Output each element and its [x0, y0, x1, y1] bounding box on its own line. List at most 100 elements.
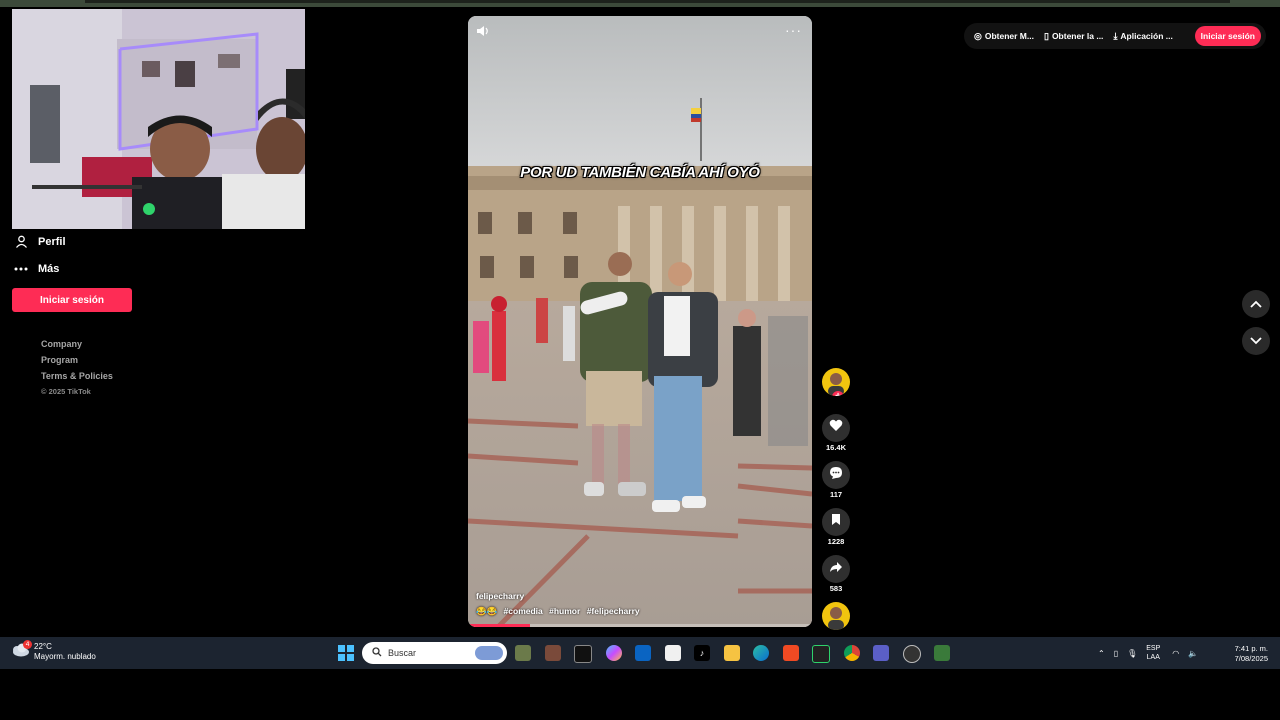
weather-temperature: 22°C — [34, 642, 52, 651]
video-author[interactable]: felipecharry — [476, 591, 524, 601]
get-app-label: Obtener la ... — [1051, 31, 1104, 41]
clock-date: 7/08/2025 — [1234, 654, 1268, 663]
footer-link-program[interactable]: Program — [41, 352, 113, 368]
chevron-up-icon[interactable]: ⌃ — [1098, 649, 1105, 658]
chevron-up-icon — [1250, 295, 1262, 313]
follow-plus-icon[interactable]: + — [832, 391, 844, 396]
next-video-button[interactable] — [1242, 327, 1270, 355]
wifi-icon[interactable]: ◠ — [1172, 649, 1179, 658]
comment-icon — [829, 466, 843, 485]
weather-badge: 4 — [23, 640, 32, 649]
video-caption-overlay: POR UD TAMBIÉN CABÍA AHÍ OYÓ — [520, 164, 760, 181]
photos-app-icon[interactable] — [544, 645, 561, 661]
volume-icon[interactable] — [476, 24, 492, 40]
webcam-overlay — [12, 9, 305, 229]
hashtag-comedia[interactable]: #comedia — [504, 606, 543, 616]
video-emoji: 😂😂 — [476, 606, 498, 616]
file-explorer-icon[interactable] — [723, 645, 740, 661]
video-player[interactable]: POR UD TAMBIÉN CABÍA AHÍ OYÓ ··· felipec… — [468, 16, 812, 627]
hashtag-humor[interactable]: #humor — [549, 606, 580, 616]
start-tile — [347, 654, 354, 661]
speaker-icon[interactable]: 🔈 — [1188, 649, 1198, 658]
coin-icon: ◎ — [974, 30, 982, 41]
language-top: ESP — [1146, 645, 1161, 652]
get-coins-link[interactable]: ◎ Obtener M... — [974, 31, 1034, 42]
start-tile — [338, 645, 345, 652]
creator-avatar[interactable]: + — [822, 368, 850, 396]
store-app-icon[interactable] — [664, 645, 681, 661]
edge-browser-icon[interactable] — [753, 645, 769, 661]
sidebar-login-button[interactable]: Iniciar sesión — [12, 288, 132, 312]
video-frame — [468, 16, 812, 627]
game-app-icon[interactable] — [515, 645, 531, 661]
save-button[interactable] — [822, 508, 850, 536]
phone-icon: ▯ — [1043, 30, 1049, 41]
signin-button[interactable]: Iniciar sesión — [1194, 26, 1261, 46]
tiktok-app-icon[interactable]: ♪ — [694, 645, 710, 661]
teams-app-icon[interactable] — [873, 645, 889, 661]
footer-copyright: © 2025 TikTok — [41, 387, 91, 396]
start-tile — [338, 654, 345, 661]
video-more-menu-icon[interactable]: ··· — [785, 22, 802, 38]
browser-top-strip — [0, 0, 1280, 7]
clock-time: 7:41 p. m. — [1234, 644, 1268, 653]
heart-icon — [829, 419, 843, 437]
xbox-app-icon[interactable] — [812, 645, 830, 663]
search-highlight-icon — [475, 646, 503, 660]
like-button[interactable] — [822, 414, 850, 442]
download-icon: ⤓ — [1113, 30, 1118, 41]
brave-browser-icon[interactable] — [782, 645, 799, 661]
system-tray: ⌃ ▯ 🎙 ESP LAA ◠ 🔈 — [1098, 644, 1207, 662]
hashtag-felipecharry[interactable]: #felipecharry — [587, 606, 640, 616]
sidebar-item-label: Perfil — [38, 235, 66, 248]
share-arrow-icon — [829, 560, 843, 578]
start-tile — [347, 645, 354, 652]
action-rail: + 16.4K 117 1228 583 — [820, 368, 852, 630]
share-count: 583 — [829, 584, 843, 593]
chrome-browser-icon[interactable] — [843, 645, 860, 661]
desktop-app-link[interactable]: ⤓ Aplicación ... — [1113, 31, 1172, 42]
chevron-down-icon — [1250, 332, 1262, 350]
webcam-scene — [12, 9, 305, 229]
person-icon — [12, 235, 30, 248]
language-bottom: LAA — [1146, 654, 1160, 661]
windows-start-button[interactable] — [338, 645, 354, 661]
like-count: 16.4K — [825, 443, 846, 452]
video-progress-bar[interactable] — [468, 624, 812, 627]
taskbar-pinned-apps: ♪ — [515, 645, 964, 663]
video-hashtags: 😂😂 #comedia #humor #felipecharry — [476, 606, 644, 617]
sidebar-nav: Perfil Más — [12, 228, 312, 282]
green-app-icon[interactable] — [934, 645, 950, 661]
sidebar-item-label: Más — [38, 262, 60, 275]
sidebar-footer: Company Program Terms & Policies © 2025 … — [41, 336, 113, 400]
capcut-app-icon[interactable] — [574, 645, 592, 663]
footer-link-terms[interactable]: Terms & Policies — [41, 368, 113, 384]
footer-link-company[interactable]: Company — [41, 336, 113, 352]
search-placeholder: Buscar — [388, 648, 417, 658]
save-count: 1228 — [827, 537, 845, 546]
share-button[interactable] — [822, 555, 850, 583]
get-app-link[interactable]: ▯ Obtener la ... — [1044, 31, 1103, 42]
weather-description: Mayorm. nublado — [34, 652, 96, 661]
comment-count: 117 — [829, 490, 843, 499]
weather-widget[interactable]: 4 22°C Mayorm. nublado — [10, 640, 96, 662]
previous-video-button[interactable] — [1242, 290, 1270, 318]
obs-app-icon[interactable] — [902, 645, 921, 663]
taskbar-clock[interactable]: 7:41 p. m. 7/08/2025 — [1235, 644, 1268, 664]
taskbar-search-box[interactable]: Buscar — [362, 642, 507, 664]
language-indicator[interactable]: ESP LAA — [1146, 644, 1160, 662]
search-icon — [372, 647, 382, 659]
usb-icon[interactable]: ▯ — [1114, 649, 1118, 658]
top-action-bar: ◎ Obtener M... ▯ Obtener la ... ⤓ Aplicació… — [964, 23, 1266, 49]
sidebar-item-profile[interactable]: Perfil — [12, 228, 312, 255]
comment-button[interactable] — [822, 461, 850, 489]
desktop-app-label: Aplicación ... — [1120, 31, 1173, 41]
sound-avatar[interactable] — [822, 602, 850, 630]
microphone-icon[interactable]: 🎙 — [1127, 649, 1137, 658]
outlook-app-icon[interactable] — [635, 645, 651, 661]
copilot-app-icon[interactable] — [605, 645, 622, 661]
bottom-letterbox — [0, 669, 1280, 720]
sidebar-item-more[interactable]: Más — [12, 255, 312, 282]
browser-top-strip-dark — [85, 0, 1230, 3]
windows-taskbar: 4 22°C Mayorm. nublado Buscar ♪ ⌃ ▯ 🎙 ES… — [0, 637, 1280, 669]
